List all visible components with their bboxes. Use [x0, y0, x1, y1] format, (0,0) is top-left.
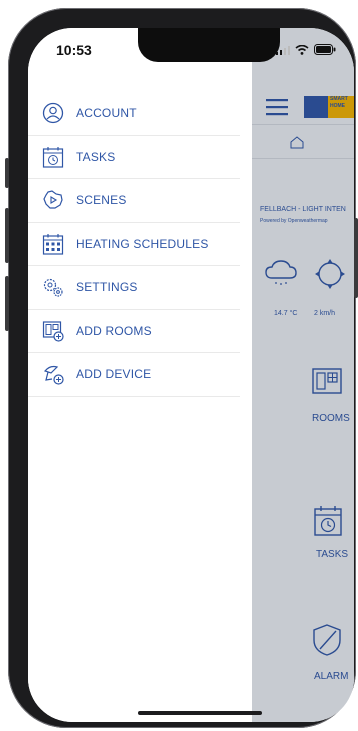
menu-item-heating-schedules[interactable]: HEATING SCHEDULES — [28, 223, 240, 266]
side-drawer: ACCOUNT TASKS SCENES HEATING SCHEDULES S… — [28, 28, 252, 722]
drawer-scrim[interactable] — [252, 28, 354, 722]
account-icon — [42, 102, 64, 124]
menu-item-scenes[interactable]: SCENES — [28, 179, 240, 223]
phone-frame: 10:53 SMART HOME FELLBACH - LIGHT INTEN … — [5, 8, 358, 728]
menu-item-label: ADD ROOMS — [76, 323, 152, 338]
menu-item-label: ADD DEVICE — [76, 367, 152, 382]
heating-schedules-icon — [42, 233, 64, 255]
status-icons — [276, 44, 336, 55]
menu-item-settings[interactable]: SETTINGS — [28, 266, 240, 310]
side-button — [5, 276, 9, 331]
side-button — [354, 218, 358, 298]
menu-item-label: HEATING SCHEDULES — [76, 236, 209, 251]
home-indicator[interactable] — [138, 711, 262, 715]
signal-icon — [276, 45, 290, 55]
add-rooms-icon — [42, 320, 64, 342]
menu-item-account[interactable]: ACCOUNT — [28, 92, 240, 136]
side-button — [5, 208, 9, 263]
tasks-icon — [42, 146, 64, 168]
menu-item-tasks[interactable]: TASKS — [28, 136, 240, 179]
menu-item-label: TASKS — [76, 149, 116, 164]
drawer-menu: ACCOUNT TASKS SCENES HEATING SCHEDULES S… — [28, 92, 240, 397]
wifi-icon — [295, 44, 309, 55]
add-device-icon — [42, 363, 64, 385]
menu-item-label: SCENES — [76, 193, 127, 208]
menu-item-add-rooms[interactable]: ADD ROOMS — [28, 310, 240, 353]
menu-item-add-device[interactable]: ADD DEVICE — [28, 353, 240, 397]
screen: 10:53 SMART HOME FELLBACH - LIGHT INTEN … — [28, 28, 354, 722]
side-button — [5, 158, 9, 188]
settings-icon — [42, 276, 64, 298]
notch — [138, 28, 280, 62]
battery-icon — [314, 44, 336, 55]
status-time: 10:53 — [56, 42, 92, 58]
menu-item-label: ACCOUNT — [76, 106, 137, 121]
scenes-icon — [42, 189, 64, 211]
menu-item-label: SETTINGS — [76, 280, 138, 295]
